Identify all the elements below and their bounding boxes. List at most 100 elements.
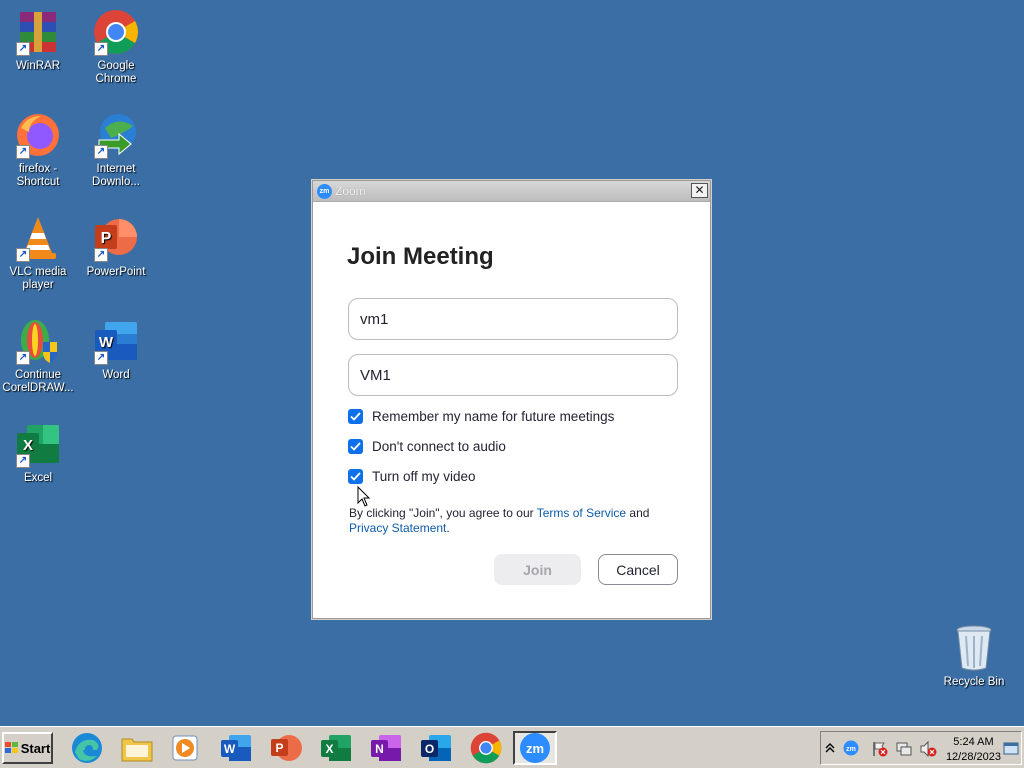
terms-notice: By clicking "Join", you agree to our Ter… <box>349 506 679 536</box>
clock-date: 12/28/2023 <box>945 751 1001 763</box>
zoom-join-meeting-window: zm Zoom ✕ Join Meeting vm1 VM1 Remember … <box>312 180 711 619</box>
desktop-icon-label: Internet Downlo... <box>92 163 140 188</box>
remember-name-label: Remember my name for future meetings <box>372 409 615 424</box>
file-explorer-icon <box>121 738 153 762</box>
join-button[interactable]: Join <box>494 554 581 585</box>
dont-connect-audio-checkbox[interactable] <box>348 439 363 454</box>
media-player-icon <box>172 735 198 761</box>
desktop-icon-recycle-bin[interactable]: Recycle Bin <box>936 624 1012 689</box>
shortcut-arrow-icon: ↗ <box>94 248 108 262</box>
show-hidden-icons-chevron-icon[interactable] <box>825 742 835 754</box>
svg-text:X: X <box>23 437 33 454</box>
svg-text:P: P <box>275 741 283 755</box>
dialog-heading: Join Meeting <box>347 243 494 270</box>
desktop-icon-winrar[interactable]: ↗ WinRAR <box>0 8 76 73</box>
svg-text:P: P <box>101 230 112 247</box>
firefox-icon: ↗ <box>14 111 62 159</box>
taskbar-edge[interactable] <box>65 731 109 765</box>
turn-off-video-label: Turn off my video <box>372 469 476 484</box>
desktop-icon-chrome[interactable]: ↗ Google Chrome <box>78 8 154 86</box>
desktop-icon-internet-download-manager[interactable]: ↗ Internet Downlo... <box>78 111 154 189</box>
desktop-icon-label: PowerPoint <box>86 266 146 278</box>
shortcut-arrow-icon: ↗ <box>16 248 30 262</box>
svg-text:W: W <box>99 334 114 351</box>
svg-text:zm: zm <box>846 746 856 753</box>
desktop-icon-excel[interactable]: X ↗ Excel <box>0 420 76 485</box>
action-center-flag-icon[interactable] <box>871 740 889 758</box>
taskbar-excel[interactable]: X <box>314 731 358 765</box>
svg-text:zm: zm <box>526 741 544 756</box>
dont-connect-audio-label: Don't connect to audio <box>372 439 506 454</box>
turn-off-video-option[interactable]: Turn off my video <box>348 469 476 484</box>
taskbar-chrome[interactable] <box>464 731 508 765</box>
taskbar-onenote[interactable]: N <box>364 731 408 765</box>
network-icon[interactable] <box>895 740 913 758</box>
vlc-icon: ↗ <box>14 214 62 262</box>
clock-time: 5:24 AM <box>953 736 994 748</box>
taskbar-clock[interactable]: 5:24 AM 12/28/2023 <box>946 735 1001 765</box>
svg-text:W: W <box>224 742 236 756</box>
desktop-icon-label: firefox - Shortcut <box>16 163 60 188</box>
remember-name-checkbox[interactable] <box>348 409 363 424</box>
mouse-cursor-icon <box>357 486 371 507</box>
desktop-icon-powerpoint[interactable]: P ↗ PowerPoint <box>78 214 154 279</box>
word-icon: W <box>221 735 251 761</box>
show-desktop-icon[interactable] <box>1003 742 1019 756</box>
terms-of-service-link[interactable]: Terms of Service <box>537 506 626 520</box>
zoom-logo-icon: zm <box>317 183 332 199</box>
chrome-icon <box>470 732 502 764</box>
excel-icon: X ↗ <box>14 420 62 468</box>
taskbar-zoom[interactable]: zm <box>513 731 557 765</box>
display-name-input[interactable]: VM1 <box>348 354 678 396</box>
window-title: Zoom <box>335 184 366 198</box>
desktop-icon-vlc[interactable]: ↗ VLC media player <box>0 214 76 292</box>
shortcut-arrow-icon: ↗ <box>16 145 30 159</box>
zoom-icon: zm <box>520 733 550 763</box>
zoom-tray-icon[interactable]: zm <box>843 740 859 756</box>
desktop-icon-label: Word <box>102 369 130 381</box>
desktop-icon-firefox[interactable]: ↗ firefox - Shortcut <box>0 111 76 189</box>
shortcut-arrow-icon: ↗ <box>94 351 108 365</box>
svg-text:X: X <box>325 742 333 756</box>
windows-logo-icon <box>4 741 18 753</box>
taskbar-media-player[interactable] <box>163 731 207 765</box>
desktop-icon-word[interactable]: W ↗ Word <box>78 317 154 382</box>
privacy-statement-link[interactable]: Privacy Statement <box>349 521 446 535</box>
start-button[interactable]: Start <box>2 732 53 764</box>
taskbar-powerpoint[interactable]: P <box>264 731 308 765</box>
svg-text:O: O <box>425 742 434 756</box>
remember-name-option[interactable]: Remember my name for future meetings <box>348 409 614 424</box>
cancel-button[interactable]: Cancel <box>598 554 678 585</box>
meeting-id-input[interactable]: vm1 <box>348 298 678 340</box>
recycle-bin-icon <box>950 624 998 672</box>
dont-connect-audio-option[interactable]: Don't connect to audio <box>348 439 506 454</box>
desktop-icon-label: Google Chrome <box>95 60 137 85</box>
excel-icon: X <box>321 735 351 761</box>
system-tray: zm 5:24 AM 12/28/2023 <box>820 731 1022 765</box>
desktop-icon-label: Excel <box>23 472 53 484</box>
internet-download-manager-icon: ↗ <box>92 111 140 159</box>
taskbar-outlook[interactable]: O <box>414 731 458 765</box>
outlook-icon: O <box>421 735 451 761</box>
coreldraw-icon: ↗ <box>14 317 62 365</box>
window-close-button[interactable]: ✕ <box>691 183 708 198</box>
desktop-icon-label: Recycle Bin <box>943 676 1005 688</box>
word-icon: W ↗ <box>92 317 140 365</box>
terms-suffix: . <box>446 521 450 535</box>
desktop-icon-label: Continue CorelDRAW... <box>2 369 74 394</box>
desktop-icon-label: VLC media player <box>9 266 67 291</box>
edge-icon <box>72 733 102 763</box>
powerpoint-icon: P ↗ <box>92 214 140 262</box>
svg-text:N: N <box>375 742 384 756</box>
volume-muted-icon[interactable] <box>919 740 937 758</box>
taskbar-word[interactable]: W <box>214 731 258 765</box>
start-label: Start <box>20 740 51 756</box>
window-titlebar[interactable]: zm Zoom ✕ <box>313 181 710 202</box>
taskbar-file-explorer[interactable] <box>115 731 159 765</box>
terms-and: and <box>626 506 650 520</box>
shortcut-arrow-icon: ↗ <box>94 42 108 56</box>
taskbar: Start W P X N O zm zm 5:24 AM 12/28/2023 <box>0 726 1024 768</box>
desktop-icon-coreldraw[interactable]: ↗ Continue CorelDRAW... <box>0 317 76 395</box>
shortcut-arrow-icon: ↗ <box>16 351 30 365</box>
turn-off-video-checkbox[interactable] <box>348 469 363 484</box>
